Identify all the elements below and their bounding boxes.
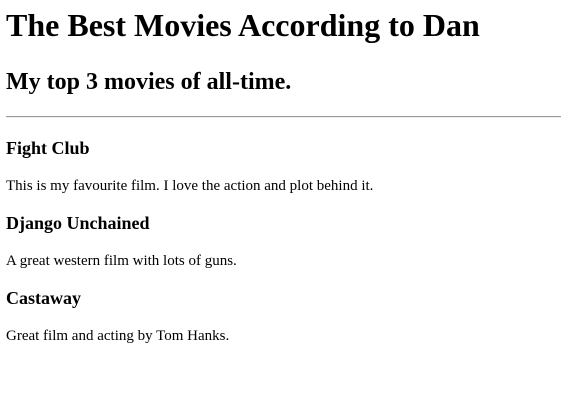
page-content: The Best Movies According to Dan My top … bbox=[0, 0, 561, 405]
movie-description: Great film and acting by Tom Hanks. bbox=[6, 328, 230, 344]
movie-title: Castaway bbox=[6, 288, 81, 308]
page-title: The Best Movies According to Dan bbox=[6, 7, 480, 43]
movie-item-castaway: Castaway Great film and acting by Tom Ha… bbox=[6, 288, 561, 345]
movie-item-django-unchained: Django Unchained A great western film wi… bbox=[6, 213, 561, 270]
movie-description: A great western film with lots of guns. bbox=[6, 253, 237, 269]
movie-title: Fight Club bbox=[6, 138, 90, 158]
movie-item-fight-club: Fight Club This is my favourite film. I … bbox=[6, 138, 561, 195]
page-subtitle: My top 3 movies of all-time. bbox=[6, 69, 292, 95]
movie-description: This is my favourite film. I love the ac… bbox=[6, 178, 374, 194]
movie-title: Django Unchained bbox=[6, 213, 150, 233]
horizontal-divider bbox=[6, 116, 561, 118]
